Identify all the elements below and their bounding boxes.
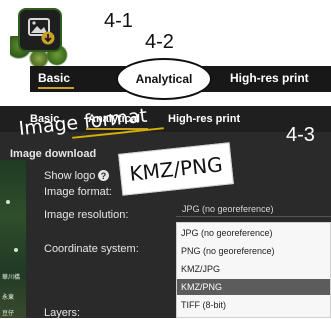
- map-download-icon-graphic: [28, 18, 55, 45]
- map-place-label: 豆仔: [2, 311, 15, 317]
- map-marker: [6, 200, 10, 204]
- format-option-kmz-png[interactable]: KMZ/PNG: [177, 279, 330, 295]
- format-option-kmz-jpg[interactable]: KMZ/JPG: [177, 261, 330, 277]
- tab-basic[interactable]: Basic: [38, 71, 70, 85]
- layers-label: Layers:: [44, 307, 81, 319]
- map-download-icon[interactable]: [20, 10, 60, 50]
- map-place-label: 永東: [2, 295, 15, 301]
- image-format-dropdown-list: JPG (no georeference) PNG (no georeferen…: [176, 222, 331, 318]
- tab-analytical-label: Analytical: [135, 72, 193, 86]
- step-label-4-3: 4-3: [286, 124, 315, 146]
- format-option-tiff[interactable]: TIFF (8-bit): [177, 297, 330, 313]
- format-option-jpg[interactable]: JPG (no georeference): [177, 225, 330, 241]
- help-icon[interactable]: ?: [98, 170, 109, 181]
- image-format-label: Image format:: [44, 186, 112, 198]
- show-logo-label: Show logo: [44, 170, 96, 182]
- tab-high-res-print[interactable]: High-res print: [230, 71, 309, 85]
- active-tab-underline: [38, 87, 74, 89]
- coordinate-system-label: Coordinate system:: [44, 243, 139, 255]
- map-place-label: 華川橋: [2, 275, 21, 281]
- panel-tab-high-res-print[interactable]: High-res print: [168, 113, 240, 125]
- image-format-select[interactable]: JPG (no georeference): [176, 201, 331, 217]
- format-option-png[interactable]: PNG (no georeference): [177, 243, 330, 259]
- step-label-4-2: 4-2: [145, 31, 174, 53]
- image-resolution-label: Image resolution:: [44, 209, 129, 221]
- section-title-image-download: Image download: [10, 148, 97, 160]
- map-marker: [14, 248, 18, 252]
- map-preview-strip: 華川橋 永東 豆仔: [0, 160, 26, 318]
- step-label-4-1: 4-1: [104, 10, 133, 32]
- analytical-tab-highlight[interactable]: Analytical: [116, 58, 212, 100]
